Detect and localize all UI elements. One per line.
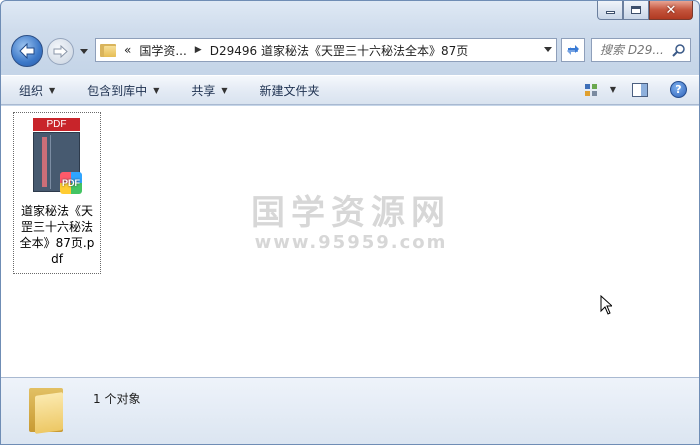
include-in-library-menu[interactable]: 包含到库中 ▼ [87,82,159,99]
file-item[interactable]: PDF PDF 道家秘法《天罡三十六秘法全本》87页.pdf [13,112,101,274]
share-label: 共享 [191,83,216,98]
forward-button[interactable] [47,38,74,65]
explorer-window: ✕ « 国学资... ▶ D29496 道家秘法《天罡三十六秘法全本》87页 搜… [0,0,700,445]
maximize-button[interactable] [623,1,649,20]
chevron-down-icon: ▼ [221,85,228,95]
view-options-icon [584,83,597,96]
minimize-icon [605,11,615,14]
command-bar-right: ▼ ? [584,81,687,98]
mouse-cursor-icon [600,295,612,315]
folder-icon [100,43,116,57]
new-folder-label: 新建文件夹 [259,83,320,98]
watermark: 国学资源网 www.95959.com [241,194,461,253]
help-icon[interactable]: ? [670,81,687,98]
file-list-area[interactable]: PDF PDF 道家秘法《天罡三十六秘法全本》87页.pdf 国学资源网 www… [1,106,699,377]
organize-label: 组织 [19,83,44,98]
pdf-type-label: PDF [33,118,80,131]
watermark-title: 国学资源网 [251,193,451,233]
share-menu[interactable]: 共享 ▼ [191,82,227,99]
recent-pages-dropdown[interactable] [79,46,89,56]
pdf-badge-icon: PDF [60,172,82,194]
minimize-button[interactable] [597,1,623,20]
folder-icon [29,388,63,434]
new-folder-button[interactable]: 新建文件夹 [260,82,320,99]
back-arrow-icon [19,43,35,59]
breadcrumb-item-parent[interactable]: 国学资... [139,42,186,59]
pdf-file-icon: PDF PDF [33,118,83,196]
organize-menu[interactable]: 组织 ▼ [19,82,55,99]
caption-buttons: ✕ [597,1,693,20]
chevron-down-icon: ▼ [153,85,160,95]
chevron-down-icon[interactable]: ▼ [610,85,616,94]
search-icon[interactable] [672,43,686,57]
close-button[interactable]: ✕ [649,1,693,20]
search-box[interactable] [591,38,691,62]
chevron-down-icon: ▼ [49,85,56,95]
forward-arrow-icon [53,45,68,58]
refresh-button[interactable] [561,38,585,62]
watermark-url: www.95959.com [254,232,448,253]
close-icon: ✕ [665,2,677,18]
refresh-icon [567,45,579,55]
file-name: 道家秘法《天罡三十六秘法全本》87页.pdf [19,204,95,266]
breadcrumb-item-current[interactable]: D29496 道家秘法《天罡三十六秘法全本》87页 [210,42,469,59]
include-in-library-label: 包含到库中 [87,83,148,98]
preview-pane-button[interactable] [632,82,648,97]
navigation-row: « 国学资... ▶ D29496 道家秘法《天罡三十六秘法全本》87页 [9,33,691,67]
address-dropdown-icon[interactable] [544,47,552,52]
address-overflow-chevron[interactable]: « [124,43,131,57]
maximize-icon [631,6,641,14]
details-pane: 1 个对象 [1,377,699,444]
item-count: 1 个对象 [93,392,141,406]
breadcrumb-separator-icon[interactable]: ▶ [195,45,202,55]
address-bar[interactable]: « 国学资... ▶ D29496 道家秘法《天罡三十六秘法全本》87页 [95,38,557,62]
back-button[interactable] [11,35,43,67]
chevron-down-icon [80,48,88,54]
search-input[interactable] [600,43,672,57]
command-bar: 组织 ▼ 包含到库中 ▼ 共享 ▼ 新建文件夹 ▼ ? [1,75,699,105]
change-view-button[interactable]: ▼ [584,83,616,97]
